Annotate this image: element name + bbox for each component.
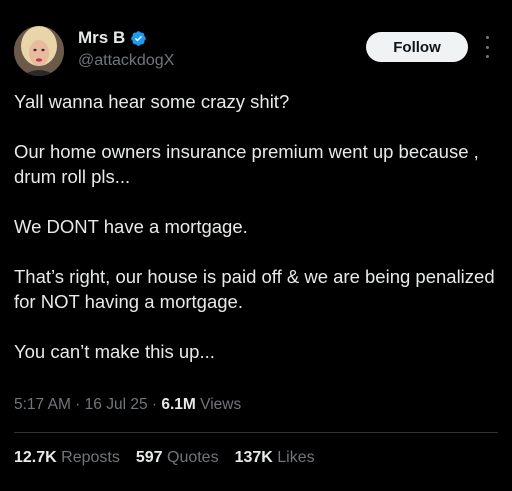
author-display-name[interactable]: Mrs B <box>78 28 125 48</box>
tweet-paragraph: You can’t make this up... <box>14 341 215 362</box>
meta-separator: · <box>70 396 85 413</box>
reposts-stat[interactable]: 12.7K Reposts <box>14 449 120 467</box>
views-count: 6.1M <box>161 396 196 413</box>
tweet-time[interactable]: 5:17 AM <box>14 396 71 413</box>
tweet-card: Mrs B @attackdogX Follow Yall wanna hear… <box>0 0 512 491</box>
quotes-count: 597 <box>135 449 163 466</box>
avatar-image <box>14 26 64 76</box>
likes-stat[interactable]: 137K Likes <box>235 449 315 467</box>
likes-label: Likes <box>272 449 315 466</box>
author-name-row: Mrs B <box>78 28 147 48</box>
reposts-label: Reposts <box>56 449 120 466</box>
quotes-label: Quotes <box>162 449 219 466</box>
engagement-stats: 12.7K Reposts 597 Quotes 137K Likes <box>14 449 315 467</box>
tweet-text: Yall wanna hear some crazy shit? Our hom… <box>14 89 498 364</box>
reposts-count: 12.7K <box>14 449 57 466</box>
views-label: Views <box>195 396 242 413</box>
tweet-paragraph: Our home owners insurance premium went u… <box>14 141 479 187</box>
follow-button[interactable]: Follow <box>366 32 468 62</box>
tweet-paragraph: That’s right, our house is paid off & we… <box>14 266 495 312</box>
tweet-meta: 5:17 AM · 16 Jul 25 · 6.1M Views <box>14 396 241 414</box>
avatar[interactable] <box>14 26 64 76</box>
verified-badge-icon[interactable] <box>130 30 147 47</box>
tweet-date[interactable]: 16 Jul 25 <box>85 396 148 413</box>
author-handle[interactable]: @attackdogX <box>78 52 174 70</box>
more-options-icon[interactable] <box>480 36 494 58</box>
quotes-stat[interactable]: 597 Quotes <box>136 449 219 467</box>
likes-count: 137K <box>234 449 273 466</box>
meta-separator: · <box>147 396 162 413</box>
tweet-paragraph: We DONT have a mortgage. <box>14 216 248 237</box>
tweet-paragraph: Yall wanna hear some crazy shit? <box>14 91 290 112</box>
divider <box>14 432 498 433</box>
